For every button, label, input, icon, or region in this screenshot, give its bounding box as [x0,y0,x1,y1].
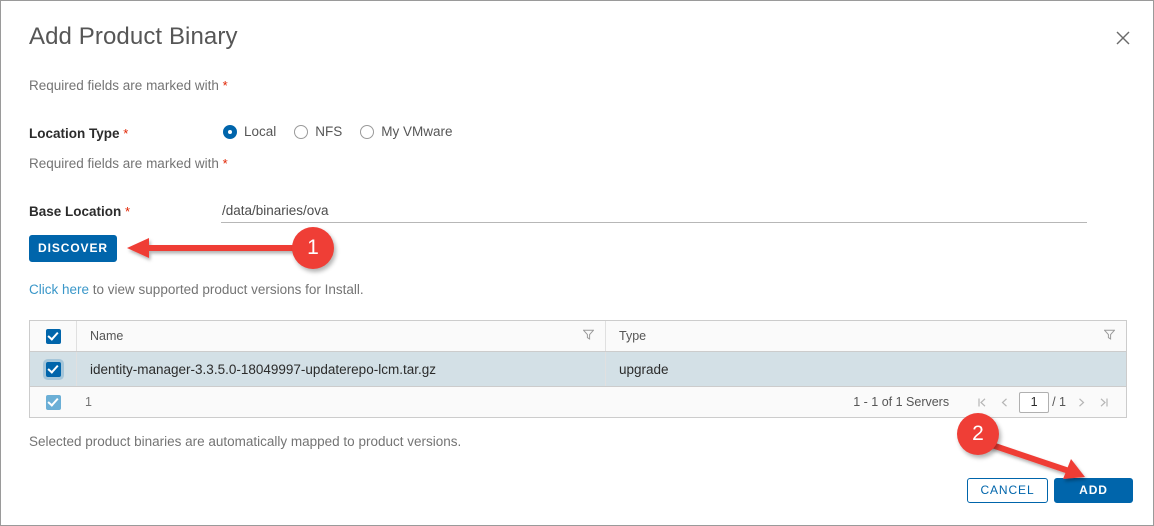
footer-select-checkbox[interactable] [46,395,61,410]
filter-funnel-icon[interactable] [1104,327,1115,345]
pagination-range: 1 - 1 of 1 Servers [853,395,949,409]
radio-my-vmware-label: My VMware [381,124,452,139]
base-location-label: Base Location * [29,204,130,219]
row-select-checkbox[interactable] [46,362,61,377]
base-location-input[interactable] [221,201,1087,223]
table-footer-row: 1 1 - 1 of 1 Servers / 1 [30,386,1126,417]
radio-nfs-mark [294,125,308,139]
pagination-controls: / 1 [971,391,1114,413]
previous-page-icon[interactable] [993,391,1015,413]
next-page-icon[interactable] [1070,391,1092,413]
annotation-arrow-2 [989,444,1085,479]
radio-local-label: Local [244,124,276,139]
column-header-type-label: Type [619,329,646,343]
select-all-cell [30,321,76,351]
page-total-label: / 1 [1052,395,1066,409]
required-asterisk: * [125,204,130,219]
mapping-helper-text: Selected product binaries are automatica… [29,434,461,449]
base-location-label-text: Base Location [29,204,121,219]
required-fields-note-top-text: Required fields are marked with [29,78,219,93]
close-icon[interactable] [1109,24,1137,52]
required-fields-note-middle: Required fields are marked with * [29,156,228,171]
cell-binary-type: upgrade [605,352,1126,386]
required-asterisk: * [223,156,228,171]
location-type-label: Location Type * [29,126,128,141]
location-type-radio-group: Local NFS My VMware [223,124,471,139]
binary-type-text: upgrade [619,362,669,377]
column-header-name-label: Name [90,329,123,343]
select-all-checkbox[interactable] [46,329,61,344]
first-page-icon[interactable] [971,391,993,413]
radio-nfs-label: NFS [315,124,342,139]
binary-name-text: identity-manager-3.3.5.0-18049997-update… [90,362,436,377]
selected-count: 1 [85,395,92,409]
add-button[interactable]: ADD [1054,478,1133,503]
annotation-badge-2: 2 [957,413,999,455]
radio-my-vmware[interactable]: My VMware [360,124,452,139]
cancel-button[interactable]: CANCEL [967,478,1048,503]
required-asterisk: * [123,126,128,141]
supported-versions-text: to view supported product versions for I… [89,282,364,297]
row-select-cell [30,352,76,386]
page-title: Add Product Binary [29,23,238,51]
radio-nfs[interactable]: NFS [294,124,342,139]
annotation-arrow-1 [127,238,301,258]
filter-funnel-icon[interactable] [583,327,594,345]
last-page-icon[interactable] [1092,391,1114,413]
required-fields-note-top: Required fields are marked with * [29,78,228,93]
supported-versions-info: Click here to view supported product ver… [29,282,364,297]
column-header-type[interactable]: Type [605,321,1126,351]
radio-my-vmware-mark [360,125,374,139]
table-row[interactable]: identity-manager-3.3.5.0-18049997-update… [30,352,1126,386]
column-header-name[interactable]: Name [76,321,605,351]
click-here-link[interactable]: Click here [29,282,89,297]
cell-binary-name: identity-manager-3.3.5.0-18049997-update… [76,352,605,386]
required-asterisk: * [223,78,228,93]
radio-local[interactable]: Local [223,124,276,139]
table-header-row: Name Type [30,321,1126,352]
location-type-label-text: Location Type [29,126,120,141]
add-product-binary-dialog: Add Product Binary Required fields are m… [0,0,1154,526]
page-number-input[interactable] [1019,392,1049,413]
footer-select-cell [30,387,76,417]
required-fields-note-middle-text: Required fields are marked with [29,156,219,171]
radio-local-mark [223,125,237,139]
product-binaries-table: Name Type identi [29,320,1127,418]
discover-button[interactable]: DISCOVER [29,235,117,262]
annotation-badge-1: 1 [292,227,334,269]
